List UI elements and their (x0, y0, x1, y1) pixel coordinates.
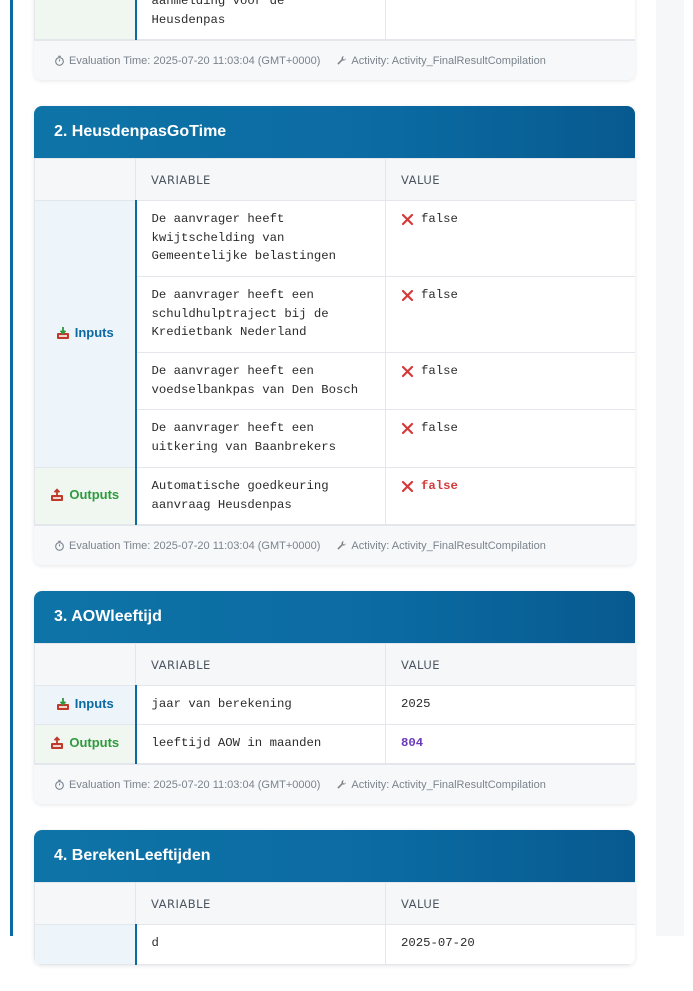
variable-cell: jaar van berekening (135, 685, 386, 725)
value-text: false (421, 364, 458, 378)
inputs-category-cell (34, 924, 137, 965)
activity: Activity: Activity_FinalResultCompilatio… (336, 778, 546, 791)
activity: Activity: Activity_FinalResultCompilatio… (336, 54, 546, 67)
evaluation-time: Evaluation Time: 2025-07-20 11:03:04 (GM… (54, 540, 320, 552)
result-table-2: VARIABLE VALUE Inputs De aanvrager heeft… (34, 158, 635, 525)
evaluation-time-text: Evaluation Time: 2025-07-20 11:03:04 (GM… (69, 54, 321, 67)
value-text: 804 (401, 736, 424, 750)
activity-text: Activity: Activity_FinalResultCompilatio… (351, 539, 546, 552)
page-accent-bar (10, 0, 13, 936)
variable-cell: De aanvrager heeft een uitkering van Baa… (135, 409, 386, 468)
value-text: false (421, 479, 458, 493)
result-table-4: VARIABLE VALUE d 2025-07-20 (34, 882, 635, 965)
wrench-icon (337, 56, 347, 65)
wrench-icon (337, 541, 347, 550)
variable-cell: De aanvrager heeft kwijtschelding van Ge… (135, 200, 386, 277)
result-table-3: VARIABLE VALUE Inputs jaar van berekenin… (34, 643, 635, 764)
x-mark-icon (401, 365, 414, 377)
column-header-variable: VARIABLE (135, 158, 386, 201)
column-header-variable: VARIABLE (135, 643, 386, 686)
table-header-row: VARIABLE VALUE (34, 882, 635, 925)
table-row: d 2025-07-20 (34, 924, 635, 965)
x-mark-icon (401, 422, 414, 434)
variable-cell: De aanvrager heeft een voedselbankpas va… (135, 352, 386, 410)
outputs-category-cell: Outputs (34, 467, 137, 525)
inbox-download-icon (56, 326, 69, 339)
column-header-category (34, 158, 136, 201)
variable-cell: aanmelding voor de Heusdenpas (135, 0, 386, 40)
card-footer: Evaluation Time: 2025-07-20 11:03:04 (GM… (34, 525, 635, 565)
value-cell: false (385, 276, 635, 353)
column-header-value: VALUE (385, 882, 635, 925)
inputs-category-cell: Inputs (34, 685, 137, 725)
page-right-margin (656, 0, 684, 936)
inputs-category-cell: Inputs (34, 200, 137, 468)
card-title: 4. BerekenLeeftijden (34, 830, 635, 882)
evaluation-time-text: Evaluation Time: 2025-07-20 11:03:04 (GM… (69, 778, 321, 791)
result-table-1: aanmelding voor de Heusdenpas (34, 0, 635, 40)
result-card-3: 3. AOWleeftijd VARIABLE VALUE Inputs jaa… (34, 591, 635, 804)
value-text: false (421, 288, 458, 302)
activity-text: Activity: Activity_FinalResultCompilatio… (351, 778, 546, 791)
column-header-value: VALUE (385, 158, 635, 201)
value-cell: false (385, 200, 635, 277)
column-header-category (34, 643, 136, 686)
results-list: aanmelding voor de Heusdenpas Evaluation… (34, 0, 635, 991)
variable-cell: De aanvrager heeft een schuldhulptraject… (135, 276, 386, 353)
value-cell: 804 (385, 724, 635, 764)
column-header-value: VALUE (385, 643, 635, 686)
column-header-variable: VARIABLE (135, 882, 386, 925)
evaluation-time: Evaluation Time: 2025-07-20 11:03:04 (GM… (54, 55, 320, 67)
inbox-upload-icon (51, 736, 64, 749)
outputs-category-cell: Outputs (34, 724, 137, 764)
x-mark-icon (401, 213, 414, 225)
card-footer: Evaluation Time: 2025-07-20 11:03:04 (GM… (34, 40, 635, 80)
column-header-category (34, 882, 136, 925)
inbox-download-icon (56, 697, 69, 710)
value-cell: false (385, 409, 635, 468)
table-row: Inputs jaar van berekening 2025 (34, 685, 635, 725)
table-row: Outputs leeftijd AOW in maanden 804 (34, 724, 635, 764)
table-row: Inputs De aanvrager heeft kwijtschelding… (34, 200, 635, 468)
card-title: 3. AOWleeftijd (34, 591, 635, 643)
value-cell: 2025-07-20 (385, 924, 635, 965)
value-text: false (421, 421, 458, 435)
value-text: false (421, 212, 458, 226)
inputs-label: Inputs (74, 325, 114, 341)
evaluation-time-text: Evaluation Time: 2025-07-20 11:03:04 (GM… (69, 539, 321, 552)
inputs-label: Inputs (74, 696, 114, 712)
outputs-label: Outputs (69, 487, 120, 503)
variable-cell: d (135, 924, 386, 965)
outputs-label: Outputs (69, 735, 120, 751)
card-footer: Evaluation Time: 2025-07-20 11:03:04 (GM… (34, 764, 635, 804)
table-row: Outputs Automatische goedkeuring aanvraa… (34, 467, 635, 525)
result-card-2: 2. HeusdenpasGoTime VARIABLE VALUE Input… (34, 106, 635, 565)
result-card-4: 4. BerekenLeeftijden VARIABLE VALUE d 20… (34, 830, 635, 965)
activity: Activity: Activity_FinalResultCompilatio… (336, 539, 546, 552)
inbox-upload-icon (51, 488, 64, 501)
x-mark-icon (401, 480, 414, 492)
stopwatch-icon (55, 779, 64, 790)
table-header-row: VARIABLE VALUE (34, 643, 635, 686)
stopwatch-icon (55, 540, 64, 551)
outputs-category-cell (34, 0, 137, 40)
result-card-1: aanmelding voor de Heusdenpas Evaluation… (34, 0, 635, 80)
value-cell (385, 0, 635, 40)
wrench-icon (337, 780, 347, 789)
value-cell: 2025 (385, 685, 635, 725)
stopwatch-icon (55, 55, 64, 66)
value-cell: false (385, 467, 635, 525)
x-mark-icon (401, 289, 414, 301)
value-cell: false (385, 352, 635, 410)
evaluation-time: Evaluation Time: 2025-07-20 11:03:04 (GM… (54, 779, 320, 791)
table-row: aanmelding voor de Heusdenpas (34, 0, 635, 40)
variable-cell: leeftijd AOW in maanden (135, 724, 386, 764)
activity-text: Activity: Activity_FinalResultCompilatio… (351, 54, 546, 67)
card-title: 2. HeusdenpasGoTime (34, 106, 635, 158)
table-header-row: VARIABLE VALUE (34, 158, 635, 201)
variable-cell: Automatische goedkeuring aanvraag Heusde… (135, 467, 386, 525)
